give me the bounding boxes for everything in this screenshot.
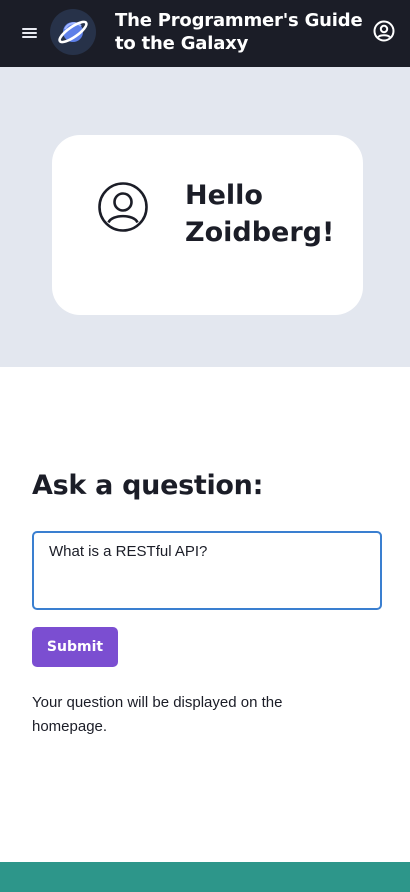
question-hint-text: Your question will be displayed on the h…: [32, 694, 283, 735]
ask-question-heading: Ask a question:: [32, 470, 264, 501]
user-account-icon[interactable]: [373, 20, 395, 42]
user-avatar-icon: [98, 182, 148, 232]
site-title[interactable]: The Programmer's Guide to the Galaxy: [115, 9, 365, 55]
top-navigation-bar: The Programmer's Guide to the Galaxy: [0, 0, 410, 67]
footer-bar: [0, 862, 410, 892]
greeting-text: Hello Zoidberg!: [185, 180, 335, 248]
menu-line: [22, 28, 37, 30]
hamburger-menu-icon[interactable]: [22, 27, 38, 39]
menu-line: [22, 36, 37, 38]
question-input[interactable]: What is a RESTful API?: [32, 531, 382, 610]
menu-line: [22, 32, 37, 34]
hero-section: Hello Zoidberg!: [0, 67, 410, 367]
planet-logo-icon[interactable]: [50, 9, 96, 55]
submit-button[interactable]: Submit: [32, 627, 118, 667]
greeting-card: Hello Zoidberg!: [52, 135, 363, 315]
